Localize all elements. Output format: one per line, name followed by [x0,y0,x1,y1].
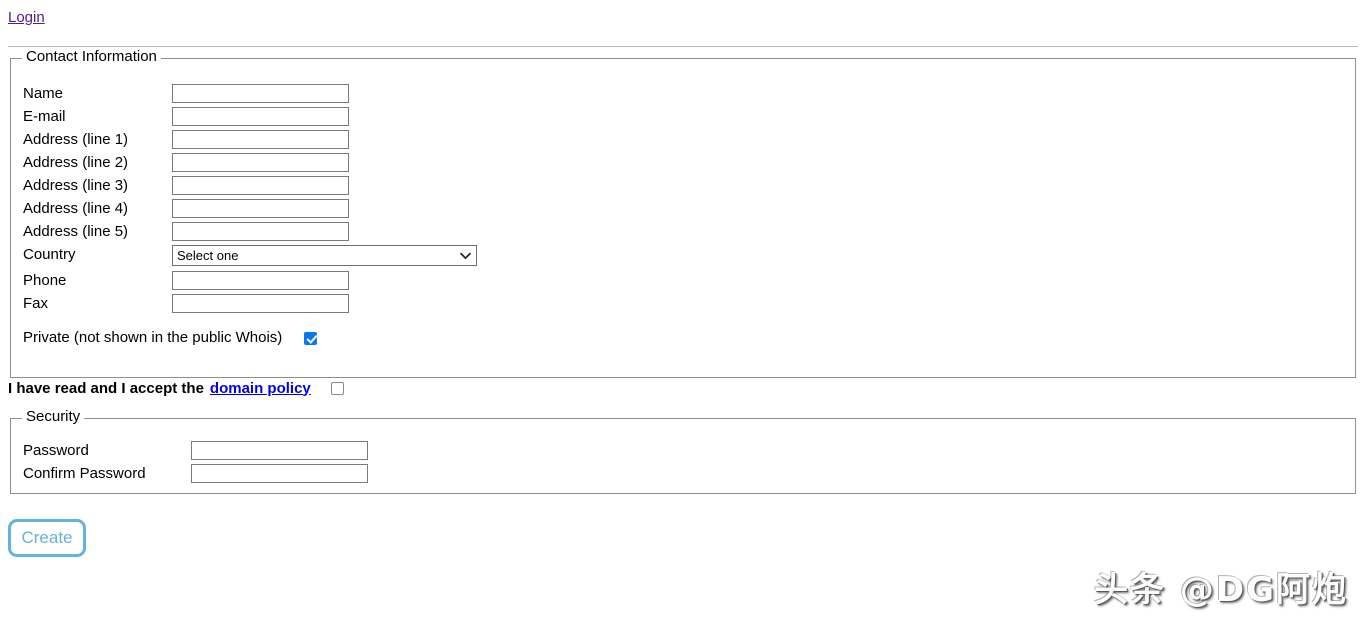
contact-information-fieldset: Contact Information Name E-mail Address … [10,49,1356,378]
label-fax: Fax [23,295,49,312]
security-fieldset: Security Password Confirm Password [10,409,1356,494]
label-confirm-password: Confirm Password [23,465,146,482]
domain-policy-link[interactable]: domain policy [210,380,311,397]
create-button[interactable]: Create [8,519,86,557]
address-line-4-input[interactable] [172,199,349,218]
label-phone: Phone [23,272,67,289]
watermark: 头条 @DG阿炮 [1094,570,1348,610]
address-line-2-input[interactable] [172,153,349,172]
email-input[interactable] [172,107,349,126]
country-select-value: Select one [177,248,239,263]
label-address-line-5: Address (line 5) [23,223,129,240]
topbar: Login [8,9,45,26]
policy-acceptance-row: I have read and I accept the domain poli… [8,377,344,399]
address-line-3-input[interactable] [172,176,349,195]
label-country: Country [23,246,76,263]
name-input[interactable] [172,84,349,103]
address-line-1-input[interactable] [172,130,349,149]
label-address-line-4: Address (line 4) [23,200,129,217]
password-input[interactable] [191,441,368,460]
address-line-5-input[interactable] [172,222,349,241]
policy-accept-checkbox[interactable] [330,381,344,395]
label-name: Name [23,85,64,102]
form-row-private: Private (not shown in the public Whois) [23,327,318,349]
security-legend: Security [22,409,85,425]
header-divider [8,45,1358,47]
contact-information-legend: Contact Information [22,49,161,65]
label-email: E-mail [23,108,66,125]
chevron-down-icon [457,246,473,265]
private-checkbox[interactable] [304,331,318,345]
policy-acceptance-text: I have read and I accept the [8,379,204,397]
country-select[interactable]: Select one [172,245,477,266]
label-password: Password [23,442,89,459]
label-private: Private (not shown in the public Whois) [23,329,283,346]
label-address-line-1: Address (line 1) [23,131,129,148]
fax-input[interactable] [172,294,349,313]
confirm-password-input[interactable] [191,464,368,483]
label-address-line-3: Address (line 3) [23,177,129,194]
phone-input[interactable] [172,271,349,290]
login-link[interactable]: Login [8,9,45,26]
label-address-line-2: Address (line 2) [23,154,129,171]
